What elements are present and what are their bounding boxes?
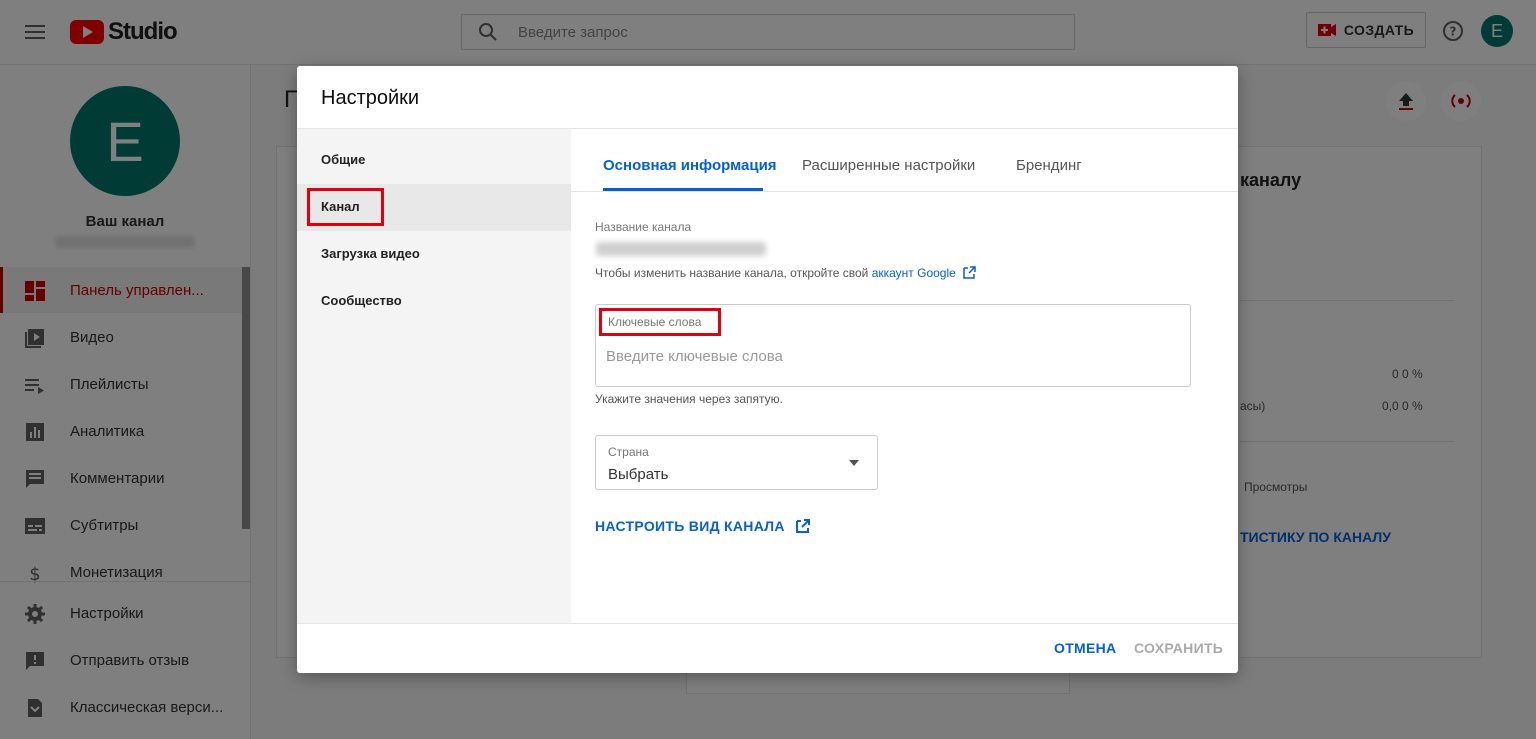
tab-branding[interactable]: Брендинг: [1016, 157, 1082, 174]
settings-nav-community[interactable]: Сообщество: [297, 278, 571, 325]
channel-name-hint: Чтобы изменить название канала, откройте…: [595, 266, 976, 280]
country-select[interactable]: Страна Выбрать: [595, 435, 878, 490]
hint-text: Чтобы изменить название канала, откройте…: [595, 266, 872, 280]
settings-nav-upload[interactable]: Загрузка видео: [297, 231, 571, 278]
dialog-footer-divider: [297, 623, 1238, 624]
settings-nav-label: Сообщество: [321, 293, 402, 308]
google-account-link[interactable]: аккаунт Google: [872, 266, 956, 280]
cancel-button[interactable]: ОТМЕНА: [1054, 640, 1116, 656]
customize-channel-link[interactable]: НАСТРОИТЬ ВИД КАНАЛА: [595, 518, 811, 534]
channel-name-label: Название канала: [595, 220, 692, 234]
external-link-icon[interactable]: [963, 266, 976, 279]
dropdown-arrow-icon: [849, 460, 859, 466]
country-label: Страна: [608, 445, 649, 459]
settings-nav-general[interactable]: Общие: [297, 137, 571, 184]
highlight-box-channel: [307, 188, 384, 226]
customize-channel-label: НАСТРОИТЬ ВИД КАНАЛА: [595, 518, 785, 534]
channel-name-blurred: [596, 242, 766, 256]
highlight-box-keywords: [599, 308, 721, 336]
active-tab-indicator: [603, 188, 763, 191]
keywords-input[interactable]: [606, 345, 1166, 367]
tab-basic-info[interactable]: Основная информация: [603, 157, 777, 174]
settings-nav-label: Общие: [321, 152, 366, 167]
dialog-title: Настройки: [321, 87, 420, 109]
settings-nav-label: Загрузка видео: [321, 246, 420, 261]
settings-tabs: Основная информация Расширенные настройк…: [571, 129, 1238, 192]
settings-dialog: Настройки Общие Канал Загрузка видео Соо…: [297, 66, 1238, 673]
tab-advanced-settings[interactable]: Расширенные настройки: [802, 157, 975, 174]
country-value: Выбрать: [608, 466, 669, 483]
save-button[interactable]: СОХРАНИТЬ: [1134, 640, 1223, 656]
keywords-help: Укажите значения через запятую.: [595, 392, 783, 406]
external-link-icon: [795, 519, 810, 533]
